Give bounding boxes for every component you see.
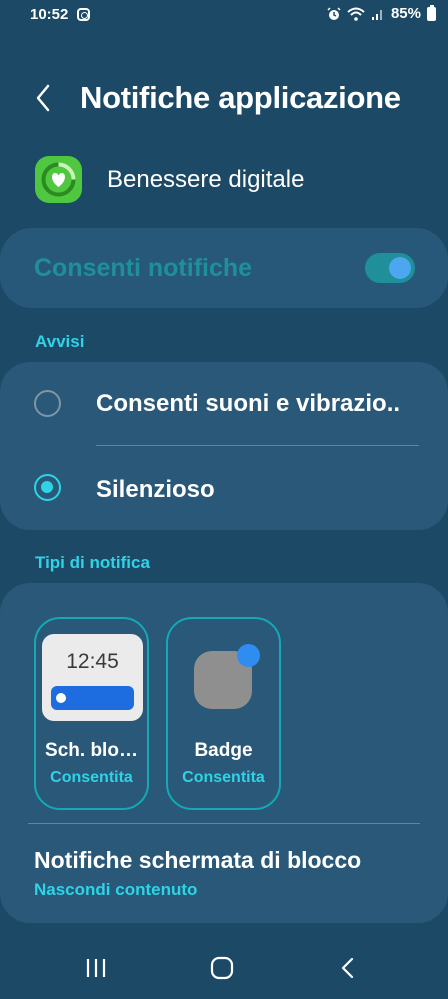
tile-lock-screen[interactable]: 12:45 Sch. blo… Consentita [34,617,149,810]
allow-notifications-toggle[interactable] [365,253,415,283]
tile-badge-status: Consentita [182,769,265,786]
allow-notifications-label: Consenti notifiche [34,254,253,282]
preview-dot [56,693,66,703]
section-alerts-label: Avvisi [35,332,85,351]
tile-badge-title: Badge [194,740,253,761]
digital-wellbeing-icon [35,156,82,203]
status-icons: 85% [327,4,436,22]
battery-percent: 85% [390,5,421,22]
signal-icon [371,9,382,20]
app-row: Benessere digitale [0,154,448,206]
wifi-icon [347,7,365,21]
radio-sound-vibration[interactable] [34,390,61,417]
home-icon[interactable] [209,956,235,980]
header: Notifiche applicazione [0,68,448,128]
app-name: Benessere digitale [107,166,305,193]
tile-lock-screen-status: Consentita [50,769,133,786]
badge-dot-icon [237,644,260,667]
battery-icon [427,4,436,21]
preview-notification-bar [51,686,134,710]
status-time: 10:52 [30,6,69,23]
preview-time: 12:45 [66,650,119,673]
navigation-bar [0,940,448,999]
back-icon[interactable] [338,956,358,980]
section-types-label: Tipi di notifica [35,553,150,572]
tile-badge[interactable]: Badge Consentita [166,617,281,810]
divider [28,823,420,824]
recents-icon[interactable] [84,956,108,980]
option-sound-vibration[interactable]: Consenti suoni e vibrazio.. [96,390,400,418]
status-bar: 10:52 85% [0,0,448,30]
toggle-knob [389,257,411,279]
lock-screen-notifications-value: Nascondi contenuto [34,880,198,899]
lock-screen-preview: 12:45 [42,634,143,721]
tile-lock-screen-title: Sch. blo… [45,740,138,761]
page-title: Notifiche applicazione [80,80,401,115]
lock-screen-notifications-title[interactable]: Notifiche schermata di blocco [34,847,361,874]
radio-silent[interactable] [34,474,61,501]
instagram-icon [77,8,90,21]
divider [96,445,419,446]
alerts-card [0,362,448,530]
option-silent[interactable]: Silenzioso [96,476,215,504]
chevron-left-icon[interactable] [30,80,58,116]
alarm-icon [327,6,341,20]
